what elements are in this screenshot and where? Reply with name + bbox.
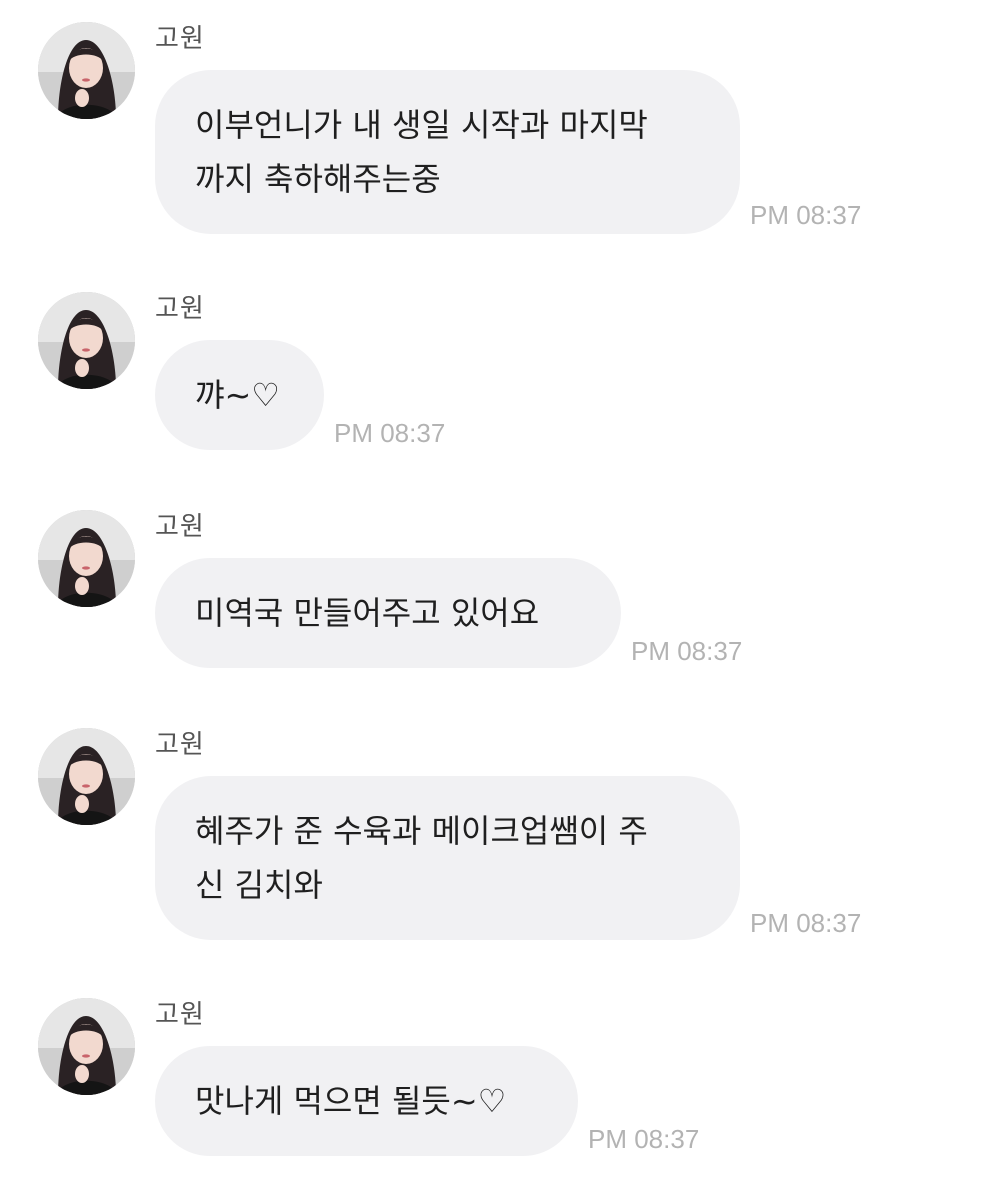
- profile-photo-icon: [38, 510, 135, 607]
- timestamp: PM 08:37: [588, 1124, 700, 1154]
- message-text-line: 혜주가 준 수육과 메이크업쌤이 주: [195, 812, 648, 850]
- timestamp: PM 08:37: [631, 636, 743, 666]
- message-text-line: 꺄~♡: [195, 376, 280, 414]
- message-text-line: 미역국 만들어주고 있어요: [195, 594, 540, 632]
- timestamp: PM 08:37: [334, 418, 446, 448]
- message-text-line: 이부언니가 내 생일 시작과 마지막: [195, 106, 648, 144]
- message-bubble[interactable]: 이부언니가 내 생일 시작과 마지막 까지 축하해주는중: [155, 70, 740, 234]
- profile-photo-icon: [38, 22, 135, 119]
- avatar[interactable]: [38, 22, 135, 119]
- message-text-line: 맛나게 먹으면 될듯~♡: [195, 1082, 507, 1120]
- message-bubble[interactable]: 꺄~♡: [155, 340, 324, 450]
- profile-photo-icon: [38, 292, 135, 389]
- message-text-line: 신 김치와: [195, 866, 323, 904]
- profile-photo-icon: [38, 998, 135, 1095]
- timestamp: PM 08:37: [750, 200, 862, 230]
- avatar[interactable]: [38, 292, 135, 389]
- profile-photo-icon: [38, 728, 135, 825]
- avatar[interactable]: [38, 998, 135, 1095]
- sender-name: 고원: [155, 294, 205, 324]
- message-bubble[interactable]: 맛나게 먹으면 될듯~♡: [155, 1046, 578, 1156]
- sender-name: 고원: [155, 1000, 205, 1030]
- message-text-line: 까지 축하해주는중: [195, 160, 441, 198]
- sender-name: 고원: [155, 512, 205, 542]
- avatar[interactable]: [38, 510, 135, 607]
- message-bubble[interactable]: 혜주가 준 수육과 메이크업쌤이 주 신 김치와: [155, 776, 740, 940]
- sender-name: 고원: [155, 24, 205, 54]
- avatar[interactable]: [38, 728, 135, 825]
- timestamp: PM 08:37: [750, 908, 862, 938]
- sender-name: 고원: [155, 730, 205, 760]
- message-bubble[interactable]: 미역국 만들어주고 있어요: [155, 558, 621, 668]
